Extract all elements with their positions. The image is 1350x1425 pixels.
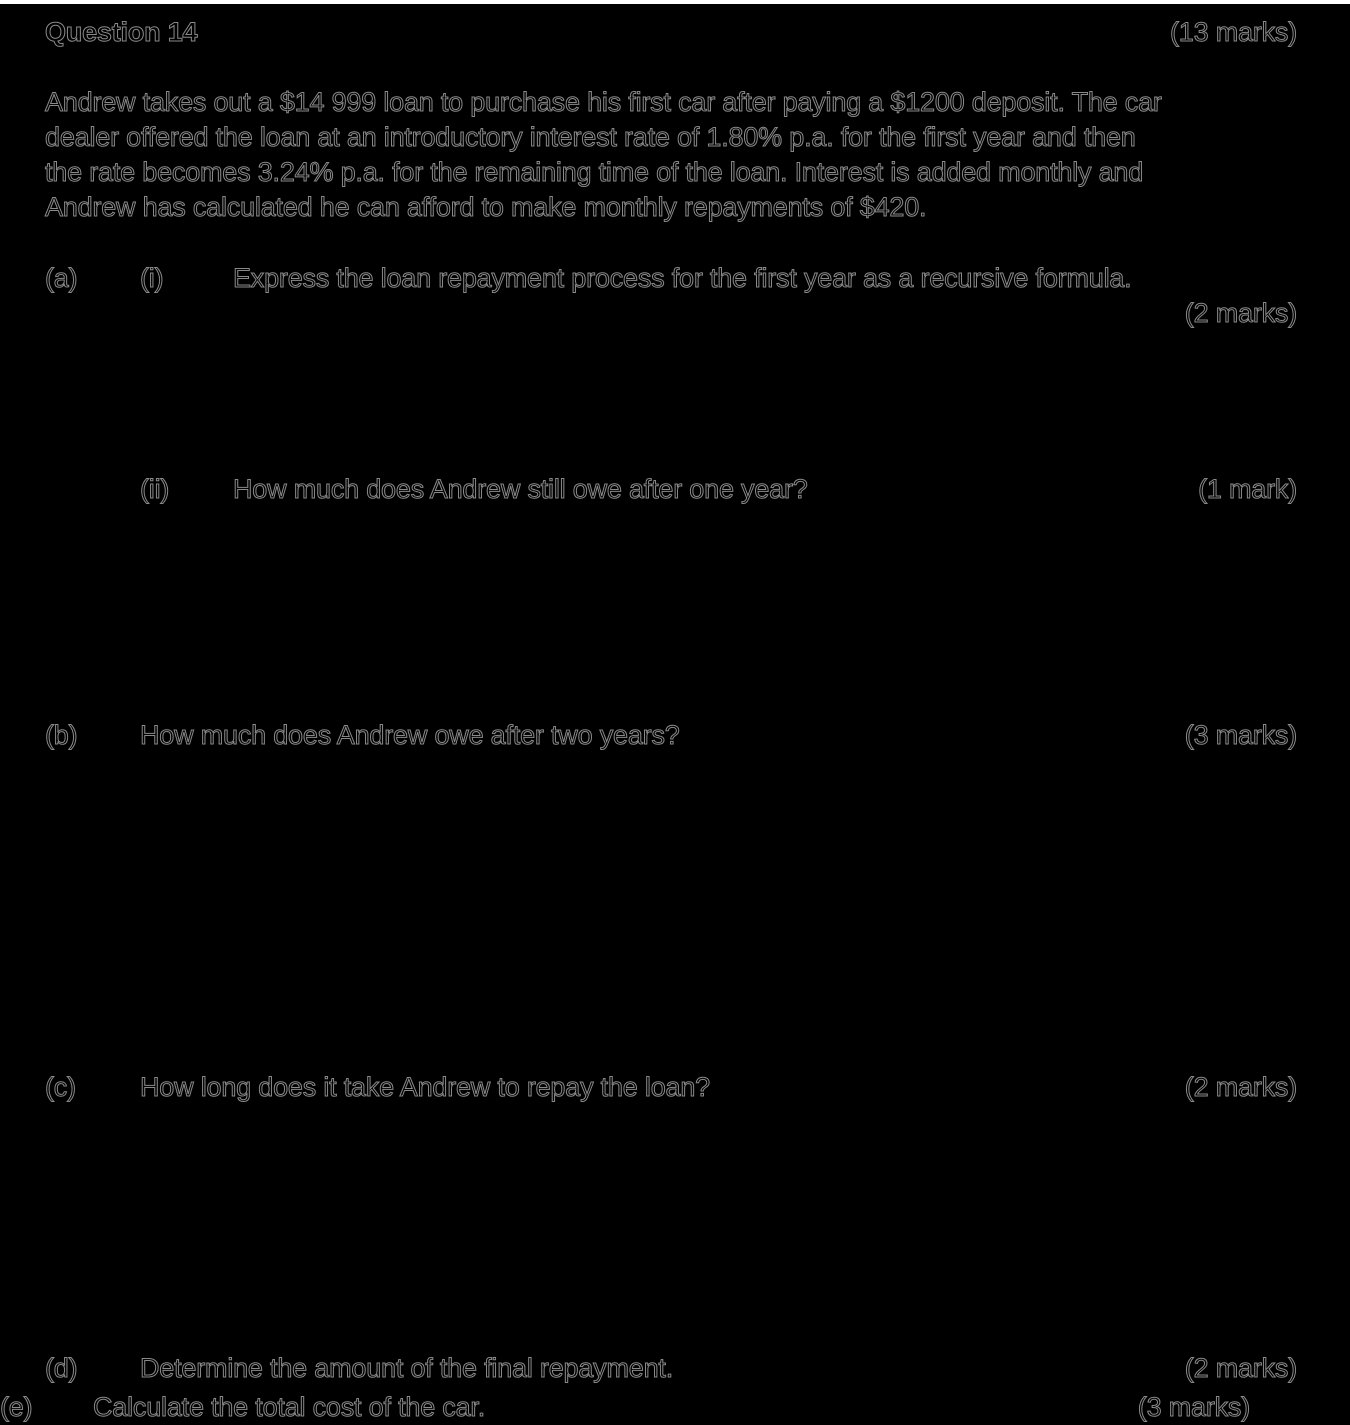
part-b-text: How much does Andrew owe after two years…	[140, 720, 681, 751]
part-a-ii-marks: (1 mark)	[1198, 474, 1298, 505]
part-e-marks: (3 marks)	[1137, 1392, 1250, 1423]
part-a-ii-text: How much does Andrew still owe after one…	[233, 474, 809, 505]
part-d-label: (d)	[44, 1353, 78, 1384]
stem-line: dealer offered the loan at an introducto…	[45, 122, 1137, 153]
part-a-i-text: Express the loan repayment process for t…	[233, 263, 1133, 294]
part-a-ii-label: (ii)	[139, 474, 170, 505]
part-d-text: Determine the amount of the final repaym…	[140, 1353, 674, 1384]
top-border	[0, 0, 1350, 4]
part-c-text: How long does it take Andrew to repay th…	[140, 1072, 711, 1103]
part-d-marks: (2 marks)	[1184, 1353, 1297, 1384]
part-b-label: (b)	[44, 720, 78, 751]
part-c-label: (c)	[45, 1072, 77, 1103]
stem-line: the rate becomes 3.24% p.a. for the rema…	[44, 157, 1144, 188]
part-a-i-marks: (2 marks)	[1184, 298, 1297, 329]
part-e-label: (e)	[0, 1392, 33, 1423]
part-a-i-label: (i)	[139, 263, 164, 294]
stem-line: Andrew takes out a $14 999 loan to purch…	[45, 87, 1163, 118]
part-c-marks: (2 marks)	[1184, 1072, 1297, 1103]
question-title: Question 14	[44, 17, 198, 48]
part-b-marks: (3 marks)	[1184, 720, 1297, 751]
question-total-marks: (13 marks)	[1169, 17, 1297, 48]
part-a-label: (a)	[44, 263, 78, 294]
stem-line: Andrew has calculated he can afford to m…	[44, 192, 927, 223]
part-e-text: Calculate the total cost of the car.	[92, 1392, 486, 1423]
